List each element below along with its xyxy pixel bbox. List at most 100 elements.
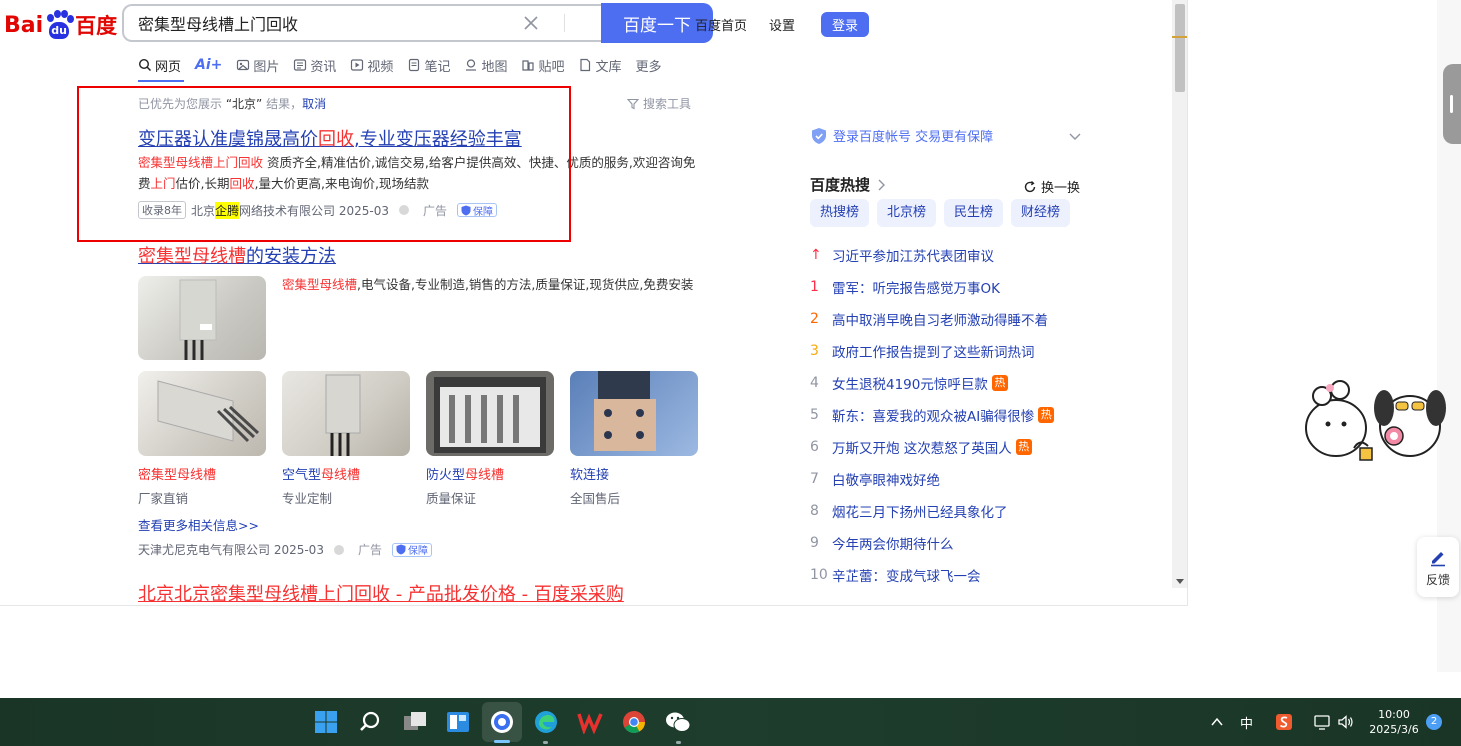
search-input[interactable] (138, 6, 518, 40)
tab-news[interactable]: 资讯 (293, 56, 336, 75)
product-name-1[interactable]: 密集型母线槽 (138, 464, 216, 483)
product-name-2[interactable]: 空气型母线槽 (282, 464, 360, 483)
product-image-2[interactable] (282, 371, 410, 456)
doc-icon (580, 58, 591, 72)
hot-item[interactable]: 4 女生退税4190元惊呼巨款热 (810, 367, 1090, 399)
result-2-meta: 天津尤尼克电气有限公司 2025-03 广告 保障 (138, 541, 432, 558)
notification-badge[interactable]: 2 (1426, 714, 1442, 730)
tab-images[interactable]: 图片 (236, 56, 279, 75)
taskbar-wps[interactable] (576, 708, 604, 736)
sogou-ime-icon[interactable] (1275, 713, 1293, 731)
tab-web[interactable]: 网页 (138, 56, 181, 75)
product-image-1[interactable] (138, 371, 266, 456)
taskbar-chrome[interactable] (620, 708, 648, 736)
top-links: 百度首页 设置 登录 (673, 12, 869, 37)
settings-link[interactable]: 设置 (769, 15, 795, 34)
hot-search-list: ↑ 习近平参加江苏代表团审议 1 雷军：听完报告感觉万事OK 2 高中取消早晚自习老师… (810, 239, 1090, 591)
shield-icon (396, 544, 406, 555)
feedback-button[interactable]: 反馈 (1417, 537, 1459, 597)
side-panel-handle[interactable] (1443, 64, 1461, 144)
hot-item[interactable]: 7 白敬亭眼神戏好绝 (810, 463, 1090, 495)
tab-tieba[interactable]: 贴吧 (521, 56, 564, 75)
refresh-button[interactable]: 换一换 (1023, 177, 1080, 196)
product-image-4[interactable] (570, 371, 698, 456)
hot-item[interactable]: 1 雷军：听完报告感觉万事OK (810, 271, 1090, 303)
taskbar-wechat[interactable] (664, 708, 692, 736)
busbar-image (157, 380, 260, 443)
wps-icon (577, 713, 603, 734)
baidu-logo[interactable]: Bai du 百度 (4, 10, 117, 40)
ime-indicator[interactable]: 中 (1240, 713, 1253, 732)
widgets-button[interactable] (444, 708, 472, 736)
product-image-3[interactable] (426, 371, 554, 456)
hot-item[interactable]: 10 辛芷蕾：变成气球飞一会 (810, 559, 1090, 591)
hot-tab-beijing[interactable]: 北京榜 (877, 199, 937, 227)
guarantee-badge[interactable]: 保障 (391, 542, 432, 557)
hot-item[interactable]: 6 万斯又开炮 这次惹怒了英国人热 (810, 431, 1090, 463)
hot-badge: 热 (991, 375, 1008, 391)
result-3-title[interactable]: 北京北京密集型母线槽上门回收 - 产品批发价格 - 百度采采购 (138, 580, 624, 605)
search-tabs: 网页 Ai+ 图片 资讯 视频 笔记 地图 贴吧 文库 更多 (138, 56, 676, 75)
home-link[interactable]: 百度首页 (695, 15, 747, 34)
tab-notes[interactable]: 笔记 (407, 56, 450, 75)
result-2-abstract: 密集型母线槽,电气设备,专业制造,销售的方法,质量保证,现货供应,免费安装 (282, 277, 694, 292)
clear-icon[interactable] (522, 14, 540, 32)
scroll-position-marker (1172, 36, 1187, 38)
search-icon (138, 58, 152, 72)
product-name-3[interactable]: 防火型母线槽 (426, 464, 504, 483)
login-button[interactable]: 登录 (820, 12, 869, 37)
hot-item[interactable]: 3 政府工作报告提到了这些新词热词 (810, 335, 1090, 367)
hot-item[interactable]: 2 高中取消早晚自习老师激动得睡不着 (810, 303, 1090, 335)
taskbar-baidu-browser[interactable] (488, 708, 516, 736)
taskbar-edge[interactable] (532, 708, 560, 736)
search-box (122, 4, 602, 42)
cartoon-dogs-image (1305, 380, 1446, 461)
taskbar-search-button[interactable] (356, 708, 384, 736)
start-button[interactable] (312, 708, 340, 736)
busbar-image (179, 279, 217, 360)
result-2-title[interactable]: 密集型母线槽的安装方法 (138, 242, 336, 268)
scroll-down-arrow-icon[interactable] (1176, 579, 1184, 584)
tieba-icon (522, 60, 535, 71)
hot-search-title[interactable]: 百度热搜 (810, 174, 888, 195)
hot-item[interactable]: 5 靳东：喜爱我的观众被AI骗得很惨热 (810, 399, 1090, 431)
active-tab-indicator (138, 80, 184, 82)
login-tip[interactable]: 登录百度帐号 交易更有保障 (810, 126, 1082, 145)
chevron-down-icon[interactable] (1068, 129, 1082, 143)
more-info-link[interactable]: 查看更多相关信息>> (138, 515, 259, 534)
browser-icon (491, 711, 513, 733)
tab-wenku[interactable]: 文库 (578, 56, 622, 75)
task-view-icon (404, 712, 426, 730)
hot-item[interactable]: 9 今年两会你期待什么 (810, 527, 1090, 559)
page-scrollbar[interactable] (1172, 0, 1187, 588)
hot-tab-livelihood[interactable]: 民生榜 (944, 199, 1004, 227)
active-app-indicator (494, 740, 510, 743)
tab-map[interactable]: 地图 (464, 56, 507, 75)
product-sub-3: 质量保证 (426, 491, 477, 506)
pin-top-icon: ↑ (810, 247, 822, 263)
browser-viewport: Bai du 百度 百度一下 百度首页 设置 登录 网页 Ai+ 图片 (0, 0, 1188, 606)
tab-more[interactable]: 更多 (636, 56, 662, 75)
hot-tab-finance[interactable]: 财经榜 (1011, 199, 1071, 227)
task-view-button[interactable] (401, 708, 429, 736)
windows-logo-icon (315, 711, 337, 733)
wechat-icon (666, 712, 691, 732)
product-sub-2: 专业定制 (282, 491, 333, 506)
hot-badge: 热 (1038, 407, 1055, 423)
hot-item[interactable]: 8 烟花三月下扬州已经具象化了 (810, 495, 1090, 527)
hot-tab-hot[interactable]: 热搜榜 (810, 199, 870, 227)
tab-ai[interactable]: Ai+ (195, 56, 222, 74)
tab-video[interactable]: 视频 (350, 56, 393, 75)
product-name-4[interactable]: 软连接 (570, 464, 609, 483)
windows-taskbar: 中 10:00 2025/3/6 2 (0, 698, 1461, 746)
scroll-thumb[interactable] (1175, 4, 1185, 92)
info-icon[interactable] (333, 544, 344, 555)
hot-item-top[interactable]: ↑ 习近平参加江苏代表团审议 (810, 239, 1090, 271)
search-tools-button[interactable]: 搜索工具 (627, 95, 691, 112)
product-image-main[interactable] (138, 276, 266, 360)
volume-icon[interactable] (1337, 713, 1355, 731)
system-clock[interactable]: 10:00 2025/3/6 (1366, 707, 1422, 737)
map-icon (466, 59, 477, 71)
network-icon[interactable] (1313, 713, 1331, 731)
chevron-up-icon[interactable] (1210, 715, 1224, 729)
